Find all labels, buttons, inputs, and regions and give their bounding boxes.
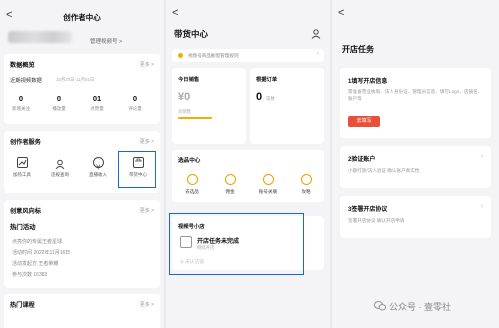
- more-link[interactable]: 更多 >: [140, 301, 154, 308]
- today-sales-card[interactable]: 今日销售 ¥0 总销售: [172, 68, 246, 144]
- chevron-right-icon: ›: [480, 153, 483, 160]
- hot-courses-card: 热门课程 更多 >: [4, 294, 160, 328]
- watermark: 公众号 · 壹零社: [389, 302, 451, 312]
- select-icon: [186, 174, 198, 185]
- service-heat-tool[interactable]: 加热工具: [8, 157, 36, 178]
- product-selection-card: 选品中心 去选品 佣金 账号关联 攻略: [172, 150, 324, 202]
- page-title: 带货中心: [174, 29, 209, 39]
- back-button[interactable]: <: [338, 8, 344, 19]
- activity-host: 活动发起方 王者荣耀: [12, 261, 59, 267]
- section-title: 选品中心: [178, 158, 201, 164]
- section-title: 热门课程: [10, 302, 35, 309]
- page-title: 创作者中心: [63, 13, 101, 22]
- stat-plays: 0 播放量: [52, 94, 66, 111]
- orders-value: 0: [256, 91, 263, 103]
- back-button[interactable]: <: [172, 8, 178, 19]
- profile-icon[interactable]: [311, 29, 321, 39]
- svg-text:¥: ¥: [96, 164, 101, 172]
- user-search-icon: [55, 157, 66, 170]
- task-sign-agreement[interactable]: 3签署开店协议 签署开店协议 确认开店申请 ›: [340, 196, 491, 238]
- recent-label: 近期视频数据: [10, 78, 42, 84]
- stat-new-followers: 0 新增关注: [12, 94, 30, 111]
- chart-icon: [16, 157, 28, 168]
- more-link[interactable]: 更多 >: [140, 61, 154, 68]
- video-shop-highlight: [169, 213, 304, 275]
- creator-center-screen: < 创作者中心 管理视频号 > 数据概览 更多 > 近期视频数据 10月20日-…: [0, 0, 164, 328]
- tool-guide[interactable]: 攻略: [292, 174, 320, 195]
- orders-unit: 笔数: [266, 96, 275, 101]
- tool-select-products[interactable]: 去选品: [178, 174, 206, 195]
- section-title: 创作者服务: [10, 139, 41, 146]
- stat-comments: 0 评论量: [128, 94, 142, 111]
- shop-center-highlight: [118, 151, 156, 188]
- notice-bar[interactable]: 视频号商品橱窗管理规则 ›: [172, 49, 324, 62]
- task-fill-info[interactable]: 1填写开店信息 需准备营业执照、法人身份证、管理员信息、填写Logo、店铺名、账…: [340, 68, 491, 138]
- tool-commission[interactable]: 佣金: [216, 174, 244, 195]
- service-live-income[interactable]: ¥ 直播收入: [84, 157, 112, 178]
- fill-in-button[interactable]: 去填写: [348, 116, 380, 127]
- link-icon: [262, 174, 274, 185]
- sales-bar: [178, 117, 212, 119]
- commission-icon: [224, 174, 236, 185]
- page-title: 开店任务: [342, 45, 374, 54]
- activity-name[interactable]: 点亮你的专属王者星球: [12, 238, 62, 245]
- section-title: 数据概览: [10, 62, 35, 69]
- blurred-username: [8, 31, 72, 43]
- activity-count: 参与次数 16383: [12, 272, 48, 278]
- data-overview-card[interactable]: 数据概览 更多 > 近期视频数据 10月20日-11月01日 0 新增关注 0 播放…: [4, 54, 160, 124]
- hot-activity-title: 热门活动: [10, 224, 36, 231]
- orders-label: 根据订单: [256, 77, 278, 83]
- wechat-icon: [374, 301, 386, 311]
- chevron-right-icon: ›: [317, 51, 319, 57]
- manage-channel-link[interactable]: 管理视频号 >: [90, 37, 122, 45]
- guide-icon: [300, 174, 312, 185]
- date-range: 10月20日-11月01日: [56, 76, 95, 82]
- total-sales-label: 总销售: [178, 109, 192, 114]
- chevron-right-icon: ›: [480, 203, 483, 210]
- task-verify-account[interactable]: 2验证账户 小额打款/法人验证 确认账户真实性 ›: [340, 146, 491, 188]
- service-violation-check[interactable]: 违规查询: [46, 157, 74, 178]
- shop-center-screen: < 带货中心 视频号商品橱窗管理规则 › 今日销售 ¥0 总销售 根据订单 0 …: [166, 0, 330, 328]
- income-icon: ¥: [92, 157, 104, 172]
- today-sales-value: ¥0: [178, 91, 191, 103]
- notice-icon: [178, 53, 183, 58]
- stat-likes: 01 点赞量: [90, 94, 104, 111]
- orders-card[interactable]: 根据订单 0 笔数: [250, 68, 324, 144]
- section-title: 创意风向标: [10, 208, 41, 215]
- tool-account-link[interactable]: 账号关联: [254, 174, 282, 195]
- activity-time: 活动时间 2022年11月16日: [12, 250, 71, 256]
- today-sales-label: 今日销售: [178, 77, 200, 83]
- more-link[interactable]: 更多 >: [140, 207, 154, 214]
- trend-card: 创意风向标 更多 > 热门活动 点亮你的专属王者星球 活动时间 2022年11月…: [4, 200, 160, 288]
- open-shop-tasks-screen: < 开店任务 1填写开店信息 需准备营业执照、法人身份证、管理员信息、填写Log…: [332, 0, 499, 328]
- more-link[interactable]: 更多 >: [140, 138, 154, 145]
